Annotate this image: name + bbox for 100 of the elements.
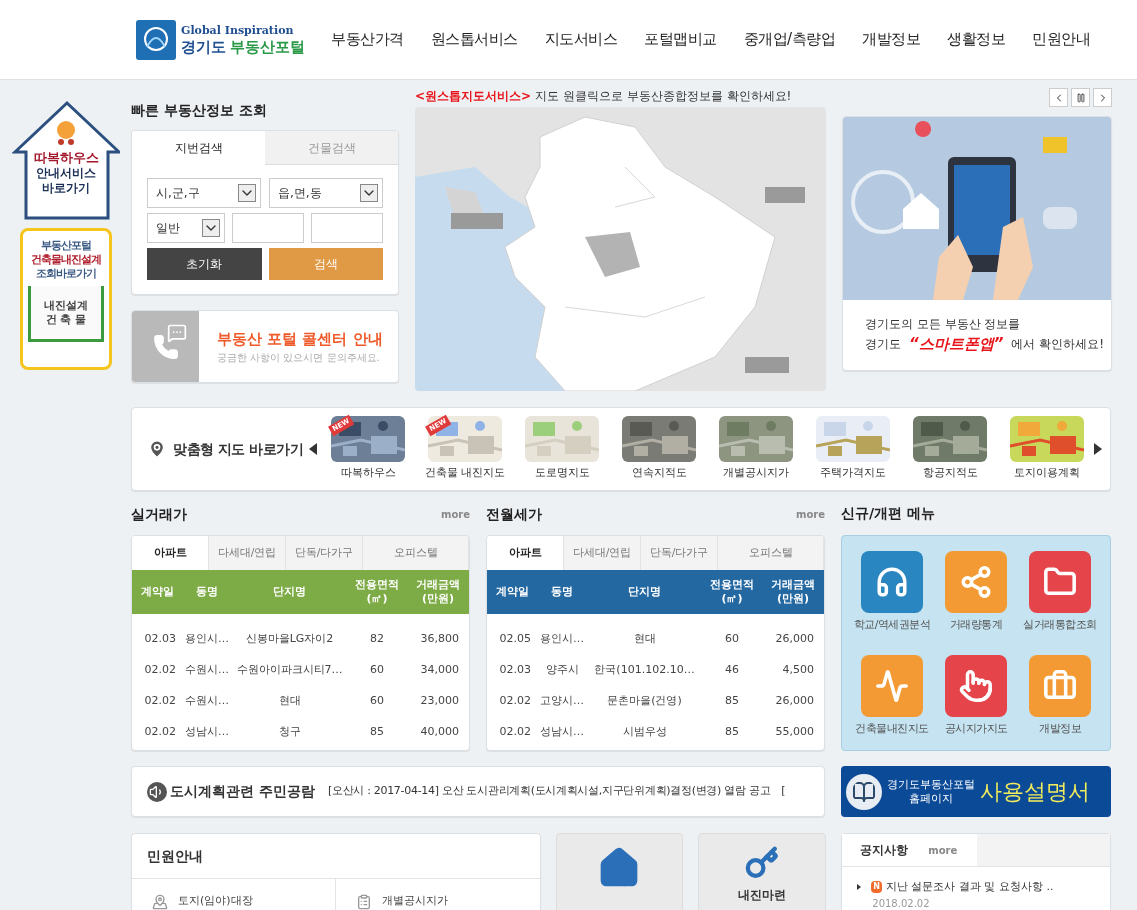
select-field[interactable]: 시,군,구	[147, 178, 261, 208]
menu-link[interactable]: 개발정보	[1039, 720, 1081, 737]
ticker-text[interactable]: [	[781, 783, 786, 800]
manual-text: 홈페이지	[909, 791, 953, 806]
nav-link[interactable]: 생활정보	[947, 28, 1006, 51]
table-cell-text: 02.02	[143, 693, 177, 710]
ticker-text[interactable]: [오산시 : 2017-04-14] 오산 도시관리계획(도시계획시설,지구단위계획)결정(변경) 열람 공고	[327, 783, 771, 800]
folder-icon[interactable]	[1029, 551, 1091, 613]
house-service-banner[interactable]: 따복하우스 안내서비스 바로가기	[12, 100, 120, 220]
nav-link[interactable]: 중개업/측량업	[743, 28, 836, 51]
service-tile[interactable]: 내진마련	[698, 833, 827, 910]
category-tab[interactable]: 단독/다가구	[286, 536, 363, 570]
sign-text: 내진설계	[44, 299, 88, 313]
notice-link[interactable]: 지난 설문조사 결과 및 요청사항 ..	[886, 879, 1054, 896]
notice-tab[interactable]: 공지사항 more	[842, 834, 978, 866]
previous-arrow-icon[interactable]	[309, 443, 317, 455]
headphones-icon[interactable]	[861, 551, 923, 613]
nav-link[interactable]: 부동산가격	[331, 28, 404, 51]
nav-link[interactable]: 지도서비스	[544, 28, 617, 51]
pulse-icon[interactable]	[861, 654, 923, 717]
banner-text: 안내서비스	[36, 166, 96, 182]
select-field[interactable]: 일반	[147, 213, 225, 243]
table-cell-text: 용인시…	[539, 631, 585, 648]
input-field[interactable]	[232, 213, 304, 243]
more-link[interactable]: more	[928, 842, 958, 858]
table-cell-text: 34,000	[419, 662, 460, 679]
next-button[interactable]	[1093, 88, 1112, 107]
table-cell-text: 26,000	[774, 693, 815, 710]
reset-button[interactable]: 초기화	[147, 248, 262, 280]
next-arrow-icon[interactable]	[1094, 443, 1102, 455]
search-tab[interactable]: 지번검색	[132, 131, 265, 165]
table-cell-text: 용인시…	[184, 631, 230, 648]
service-tag[interactable]: <원스톱지도서비스>	[415, 87, 532, 105]
clipboard-icon	[356, 893, 373, 910]
table-cell-text: 60	[369, 693, 385, 710]
shortcut-link[interactable]: 도로명지도	[534, 465, 590, 482]
table-cell-text: 청구	[277, 724, 302, 741]
civil-link[interactable]: 개별공시지가	[382, 893, 449, 910]
shortcut-link[interactable]: 따복하우스	[340, 465, 396, 482]
category-tab[interactable]: 다세대/연립	[209, 536, 286, 570]
section-title: 빠른 부동산정보 조회	[131, 101, 268, 120]
category-tab[interactable]: 오피스텔	[718, 536, 824, 570]
select-field[interactable]: 읍,면,동	[269, 178, 383, 208]
section-title: 전월세가	[486, 504, 542, 524]
pointing-hand-icon[interactable]	[945, 654, 1007, 717]
table-cell-text: 시범우성	[621, 724, 668, 741]
previous-button[interactable]	[1049, 88, 1068, 107]
table-cell-text: 신봉마을LG자이2	[244, 631, 335, 648]
category-tab[interactable]: 아파트	[132, 536, 209, 570]
category-tab[interactable]: 아파트	[487, 536, 564, 570]
logo-tagline: Global Inspiration	[181, 24, 295, 36]
section-title: 실거래가	[131, 504, 187, 524]
table-cell-text: 46	[724, 662, 740, 679]
table-cell-text: 85	[369, 724, 385, 741]
category-tab[interactable]: 단독/다가구	[641, 536, 718, 570]
category-tab[interactable]: 다세대/연립	[564, 536, 641, 570]
shortcut-link[interactable]: 연속지적도	[631, 465, 687, 482]
bullet-icon	[857, 884, 862, 891]
nodes-graph-icon[interactable]	[945, 551, 1007, 613]
menu-link[interactable]: 공시지가지도	[944, 720, 1008, 737]
shortcut-link[interactable]: 개별공시지가	[723, 465, 789, 482]
nav-link[interactable]: 민원안내	[1032, 28, 1091, 51]
menu-link[interactable]: 건축물내진지도	[855, 720, 929, 737]
pause-icon	[1075, 92, 1086, 103]
new-badge: N	[871, 881, 882, 894]
table-cell-text: 현대	[632, 631, 657, 648]
column-header: 전용면적 (㎡)	[709, 578, 755, 606]
shortcut-link[interactable]: 항공지적도	[922, 465, 978, 482]
manual-title: 사용설명서	[980, 778, 1090, 806]
table-cell-text: 02.02	[143, 724, 177, 741]
table-cell-text: 수원시…	[184, 662, 230, 679]
table-cell-text: 수원아이파크시티7…	[235, 662, 344, 679]
chevron-down-icon	[202, 219, 220, 237]
banner-text: 조회바로가기	[36, 266, 96, 281]
tile-label: 내진마련	[738, 887, 787, 904]
service-tile[interactable]	[555, 833, 684, 910]
menu-link[interactable]: 거래량통계	[949, 617, 1003, 634]
menu-link[interactable]: 실거래통합조회	[1023, 617, 1097, 634]
logo-icon[interactable]	[135, 18, 177, 61]
table-cell-text: 한국(101.102.10…	[593, 662, 696, 679]
nav-link[interactable]: 개발정보	[862, 28, 921, 51]
table-cell-text: 60	[724, 631, 740, 648]
input-field[interactable]	[311, 213, 383, 243]
nav-link[interactable]: 포털맵비교	[644, 28, 717, 51]
pause-button[interactable]	[1071, 88, 1090, 107]
table-cell-text: 02.03	[498, 662, 532, 679]
category-tab[interactable]: 오피스텔	[363, 536, 469, 570]
nav-link[interactable]: 원스톱서비스	[430, 28, 518, 51]
shortcut-link[interactable]: 주택가격지도	[820, 465, 886, 482]
shortcut-link[interactable]: 토지이용계획	[1014, 465, 1080, 482]
shortcut-link[interactable]: 건축물 내진지도	[424, 465, 506, 482]
promo-text: 경기도의 모든 부동산 정보를	[865, 315, 1022, 333]
table-cell-text: 02.02	[143, 662, 177, 679]
banner-text: 건축물내진설계	[31, 252, 101, 267]
briefcase-icon[interactable]	[1029, 654, 1091, 717]
service-text: 지도 원클릭으로 부동산종합정보를 확인하세요!	[535, 88, 792, 105]
table-cell-text: 02.05	[498, 631, 532, 648]
menu-link[interactable]: 학교/역세권분석	[853, 617, 931, 634]
quake-design-banner[interactable]: 부동산포털 건축물내진설계 조회바로가기 내진설계 건 축 물	[20, 228, 112, 370]
civil-link[interactable]: 토지(임야)대장	[178, 893, 253, 910]
